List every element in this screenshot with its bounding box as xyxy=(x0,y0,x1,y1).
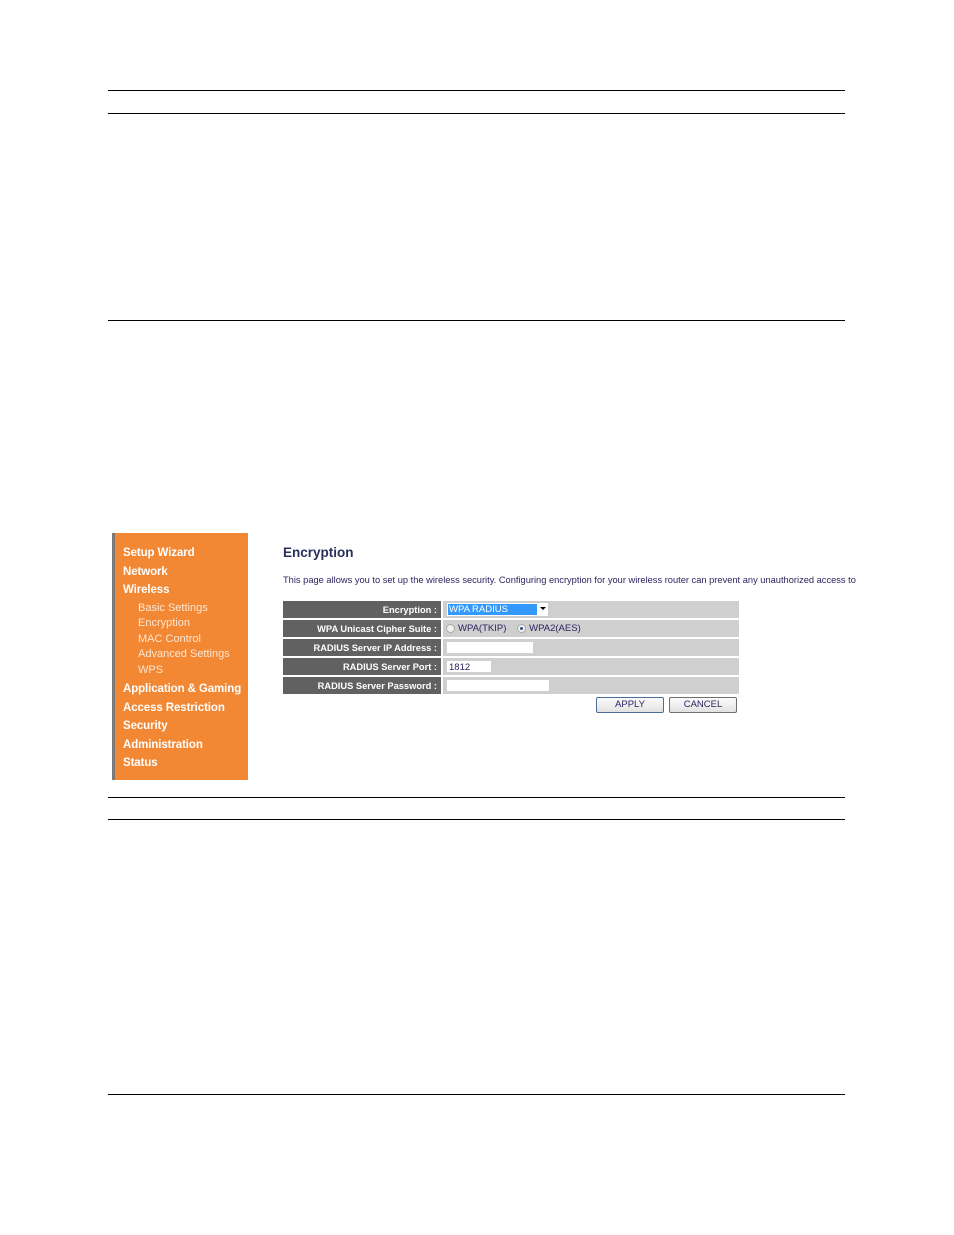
radius-ip-input[interactable] xyxy=(446,641,534,654)
radio-wpa-tkip-label: WPA(TKIP) xyxy=(458,622,507,634)
chevron-down-icon xyxy=(540,607,546,610)
form-row-cipher-suite: WPA Unicast Cipher Suite : WPA(TKIP) WPA… xyxy=(283,620,739,637)
radius-password-input[interactable] xyxy=(446,679,550,692)
caption-rule-top xyxy=(108,797,845,798)
radio-wpa2-aes-label: WPA2(AES) xyxy=(529,622,581,634)
sidebar-subitem-encryption[interactable]: Encryption xyxy=(115,616,248,632)
footer-rule xyxy=(108,1094,845,1095)
radio-wpa2-aes[interactable] xyxy=(517,623,527,633)
encryption-selected-value: WPA RADIUS xyxy=(448,604,537,615)
form-row-encryption: Encryption : WPA RADIUS xyxy=(283,601,739,618)
sidebar-subitem-basic-settings[interactable]: Basic Settings xyxy=(115,601,248,617)
cancel-button[interactable]: CANCEL xyxy=(669,697,737,713)
section-rule xyxy=(108,320,845,321)
sidebar-item-access-restriction[interactable]: Access Restriction xyxy=(115,701,248,720)
main-content: Encryption This page allows you to set u… xyxy=(283,533,856,781)
sidebar-item-status[interactable]: Status xyxy=(115,756,248,775)
sidebar-nav: Setup Wizard Network Wireless Basic Sett… xyxy=(112,533,248,780)
encryption-form: Encryption : WPA RADIUS WPA Unicast Ciph… xyxy=(283,599,739,696)
caption-rule-bottom xyxy=(108,819,845,820)
form-row-radius-port: RADIUS Server Port : 1812 xyxy=(283,658,739,675)
sidebar-subitem-advanced-settings[interactable]: Advanced Settings xyxy=(115,647,248,663)
router-ui-screenshot: Setup Wizard Network Wireless Basic Sett… xyxy=(112,533,856,781)
radius-port-input[interactable]: 1812 xyxy=(446,660,492,673)
sidebar-item-setup-wizard[interactable]: Setup Wizard xyxy=(115,546,248,565)
sidebar-item-wireless[interactable]: Wireless xyxy=(115,583,248,602)
page-description: This page allows you to set up the wirel… xyxy=(283,575,856,585)
radius-password-label: RADIUS Server Password : xyxy=(283,677,443,694)
sidebar-item-administration[interactable]: Administration xyxy=(115,738,248,757)
sidebar-item-application-gaming[interactable]: Application & Gaming xyxy=(115,682,248,701)
encryption-label: Encryption : xyxy=(283,601,443,618)
sidebar-subitem-wps[interactable]: WPS xyxy=(115,663,248,679)
sidebar-item-network[interactable]: Network xyxy=(115,565,248,584)
radio-wpa-tkip[interactable] xyxy=(446,623,455,633)
form-row-radius-ip: RADIUS Server IP Address : xyxy=(283,639,739,656)
radius-port-label: RADIUS Server Port : xyxy=(283,658,443,675)
header-rule-top xyxy=(108,90,845,91)
sidebar-subitem-mac-control[interactable]: MAC Control xyxy=(115,632,248,648)
cipher-suite-label: WPA Unicast Cipher Suite : xyxy=(283,620,443,637)
page-title: Encryption xyxy=(283,545,354,560)
encryption-select[interactable]: WPA RADIUS xyxy=(446,602,549,617)
apply-button[interactable]: APPLY xyxy=(596,697,664,713)
sidebar-item-security[interactable]: Security xyxy=(115,719,248,738)
header-rule-bottom xyxy=(108,113,845,114)
form-row-radius-password: RADIUS Server Password : xyxy=(283,677,739,694)
radius-ip-label: RADIUS Server IP Address : xyxy=(283,639,443,656)
